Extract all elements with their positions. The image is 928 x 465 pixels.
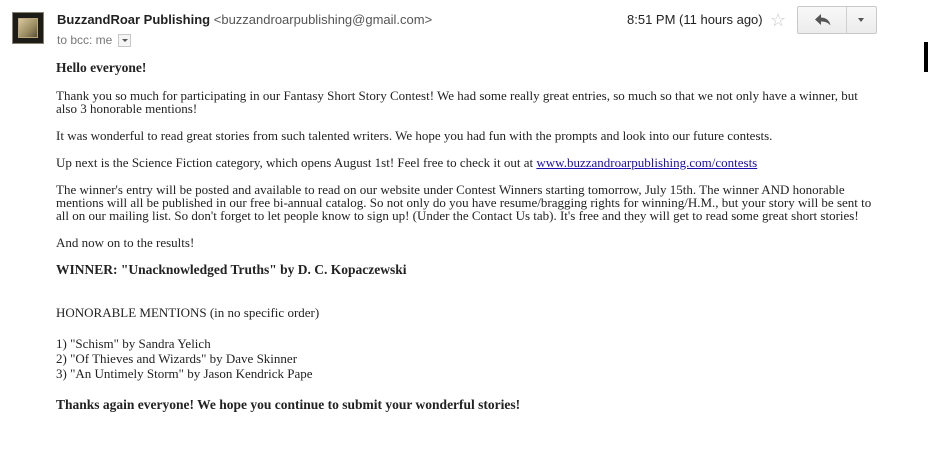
closing-line: Thanks again everyone! We hope you conti… xyxy=(56,397,521,412)
mention-item: 3) "An Untimely Storm" by Jason Kendrick… xyxy=(56,366,313,381)
recipients-text: to bcc: me xyxy=(57,33,113,47)
contests-link[interactable]: www.buzzandroarpublishing.com/contests xyxy=(536,155,757,170)
sender-line: BuzzandRoar Publishing <buzzandroarpubli… xyxy=(57,12,432,27)
paragraph-intro: Thank you so much for participating in o… xyxy=(56,88,858,116)
paragraph-results: And now on to the results! xyxy=(56,235,195,250)
mention-item: 2) "Of Thieves and Wizards" by Dave Skin… xyxy=(56,351,298,366)
star-icon[interactable]: ☆ xyxy=(770,10,786,30)
paragraph-next-category: Up next is the Science Fiction category,… xyxy=(56,156,876,169)
message-body: Hello everyone! Thank you so much for pa… xyxy=(56,61,876,425)
mention-item: 1) "Schism" by Sandra Yelich xyxy=(56,336,211,351)
reply-button[interactable] xyxy=(798,7,847,33)
message-header: BuzzandRoar Publishing <buzzandroarpubli… xyxy=(0,0,928,50)
winner-line: WINNER: "Unacknowledged Truths" by D. C.… xyxy=(56,262,407,277)
sender-avatar[interactable] xyxy=(12,12,44,44)
message-date: 8:51 PM (11 hours ago) xyxy=(627,12,763,27)
recipients-line: to bcc: me xyxy=(57,33,131,48)
greeting: Hello everyone! xyxy=(56,60,147,75)
reply-icon xyxy=(815,14,831,26)
honorable-mentions-heading: HONORABLE MENTIONS (in no specific order… xyxy=(56,305,320,320)
paragraph-writers: It was wonderful to read great stories f… xyxy=(56,128,773,143)
sender-email: <buzzandroarpublishing@gmail.com> xyxy=(213,12,433,27)
paragraph-next-text: Up next is the Science Fiction category,… xyxy=(56,155,537,170)
honorable-mentions-list: 1) "Schism" by Sandra Yelich 2) "Of Thie… xyxy=(56,336,876,381)
sender-avatar-image xyxy=(18,18,38,38)
sender-name[interactable]: BuzzandRoar Publishing xyxy=(57,12,210,27)
show-details-icon[interactable] xyxy=(117,34,131,48)
scrollbar-edge xyxy=(924,42,928,72)
reply-button-group xyxy=(797,6,877,34)
more-options-button[interactable] xyxy=(846,7,876,33)
paragraph-winner-details: The winner's entry will be posted and av… xyxy=(56,182,872,223)
